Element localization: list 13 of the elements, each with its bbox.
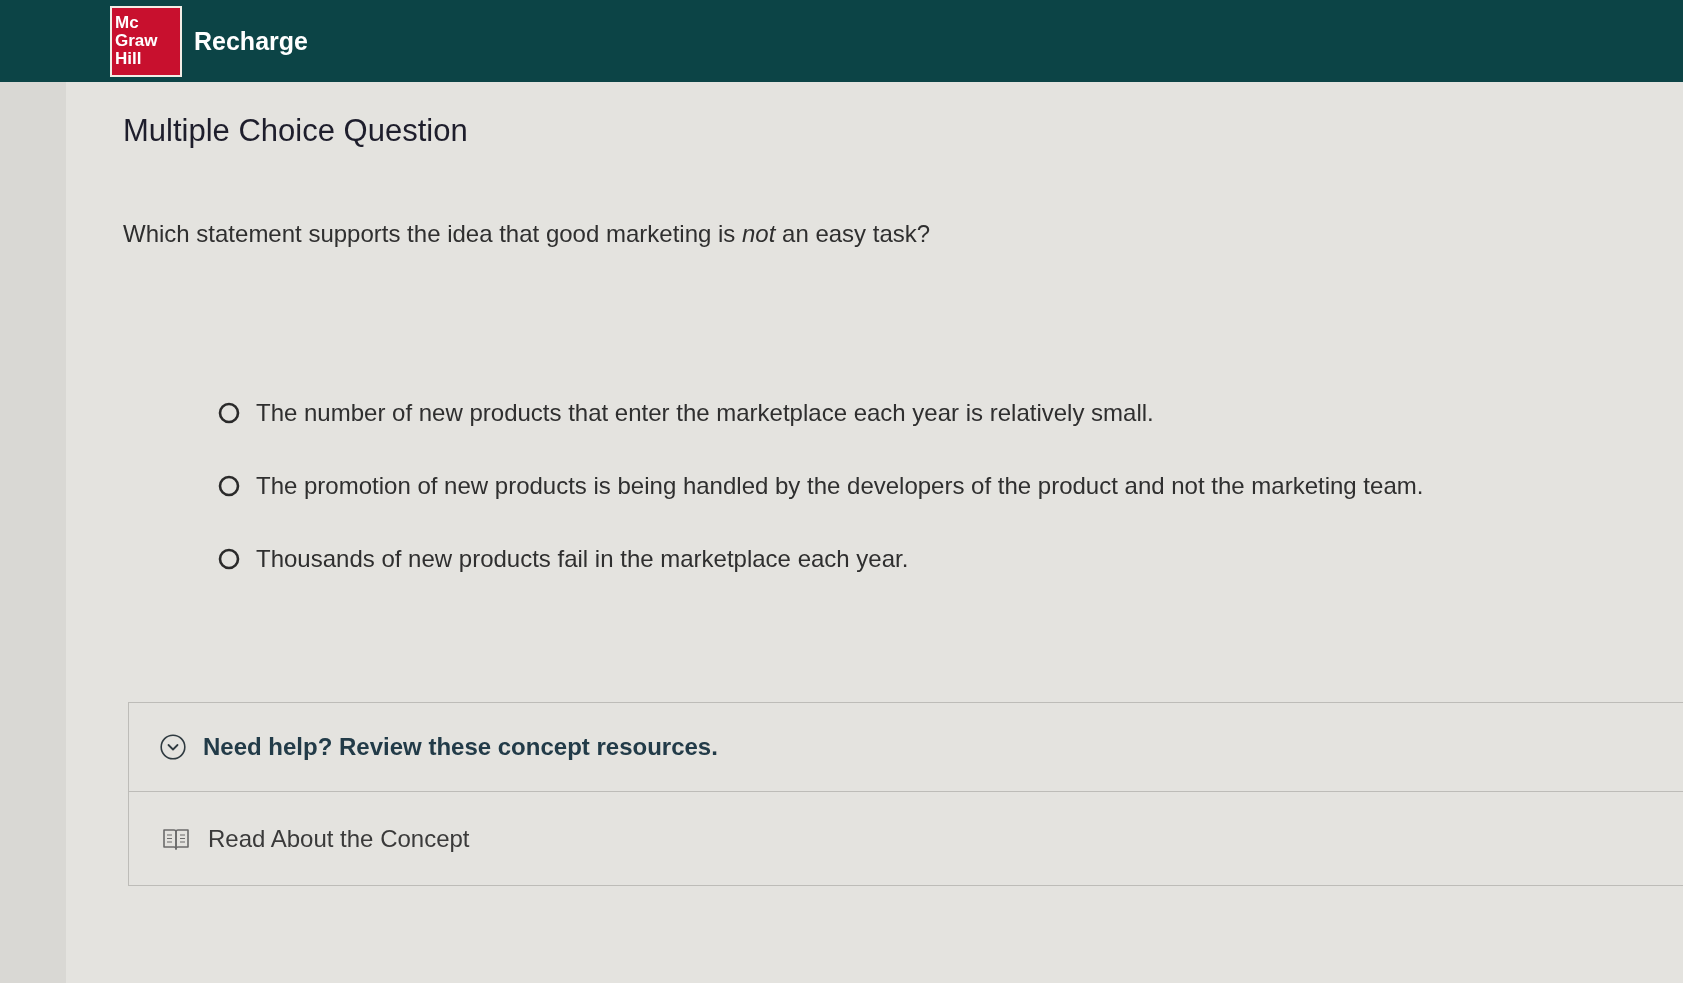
logo: Mc Graw Hill bbox=[110, 5, 182, 77]
radio-icon[interactable] bbox=[218, 548, 240, 570]
question-prompt: Which statement supports the idea that good marketing is not an easy task? bbox=[123, 219, 932, 249]
question-heading: Multiple Choice Question bbox=[123, 113, 469, 149]
radio-icon[interactable] bbox=[218, 475, 240, 497]
radio-icon[interactable] bbox=[218, 402, 240, 424]
help-toggle[interactable]: Need help? Review these concept resources. bbox=[129, 703, 1683, 791]
answer-option[interactable]: The number of new products that enter the marketplace each year is relatively small. bbox=[218, 398, 1154, 428]
book-icon bbox=[162, 826, 190, 851]
app-title: Recharge bbox=[194, 26, 308, 56]
resource-link[interactable]: Read About the Concept bbox=[129, 791, 1683, 885]
answer-option[interactable]: Thousands of new products fail in the marketplace each year. bbox=[218, 544, 909, 574]
answer-option[interactable]: The promotion of new products is being handled by the developers of the product and not the marketing team. bbox=[218, 471, 1424, 501]
